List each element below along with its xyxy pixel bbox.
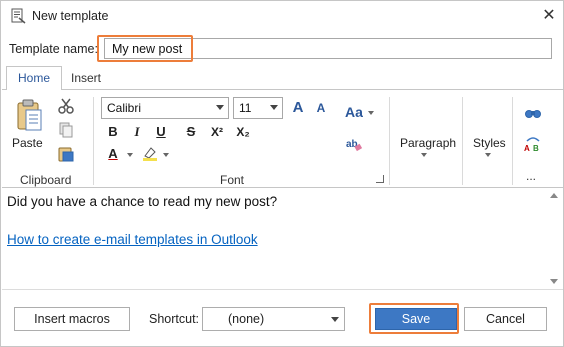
italic-button[interactable]: I: [127, 122, 147, 142]
chevron-down-icon[interactable]: [485, 153, 491, 157]
chevron-down-icon: [216, 105, 224, 110]
shortcut-select[interactable]: (none): [202, 307, 345, 331]
font-color-icon[interactable]: A: [103, 144, 123, 164]
font-group-label: Font: [220, 173, 245, 187]
scroll-up-icon[interactable]: [550, 193, 558, 198]
editor-hyperlink[interactable]: How to create e-mail templates in Outloo…: [7, 232, 258, 247]
change-case-icon[interactable]: Aa: [345, 104, 363, 120]
font-size-value: 11: [239, 101, 252, 115]
styles-button[interactable]: Styles: [473, 136, 506, 150]
shortcut-value: (none): [228, 312, 265, 326]
chevron-down-icon: [331, 317, 339, 322]
group-separator: [512, 97, 513, 185]
group-separator: [462, 97, 463, 185]
subscript-button[interactable]: X₂: [230, 122, 256, 142]
scroll-down-icon[interactable]: [550, 279, 558, 284]
chevron-down-icon[interactable]: [368, 111, 374, 115]
clipboard-group-label: Clipboard: [20, 173, 72, 187]
font-size-select[interactable]: 11: [233, 97, 283, 119]
bold-button[interactable]: B: [103, 122, 123, 142]
template-name-highlight: [97, 35, 193, 62]
close-icon[interactable]: ✕: [539, 6, 559, 26]
divider: [2, 289, 563, 290]
paste-button-label[interactable]: Paste: [12, 136, 43, 150]
cancel-button[interactable]: Cancel: [464, 307, 547, 331]
font-name-value: Calibri: [107, 101, 142, 115]
find-icon[interactable]: [524, 103, 542, 121]
font-dialog-launcher-icon[interactable]: [376, 175, 384, 183]
group-separator: [389, 97, 390, 185]
chevron-down-icon: [270, 105, 278, 110]
insert-macros-button[interactable]: Insert macros: [14, 307, 130, 331]
svg-text:B: B: [533, 144, 539, 153]
copy-icon[interactable]: [57, 121, 75, 139]
strikethrough-button[interactable]: S: [181, 122, 201, 142]
template-icon: [11, 8, 26, 24]
chevron-down-icon[interactable]: [421, 153, 427, 157]
highlight-color-icon[interactable]: [141, 144, 159, 162]
replace-icon[interactable]: A B: [524, 135, 542, 153]
more-button[interactable]: ...: [526, 169, 536, 183]
save-button[interactable]: Save: [375, 308, 457, 330]
shrink-font-icon[interactable]: A: [310, 98, 332, 118]
grow-font-icon[interactable]: A: [287, 98, 309, 118]
chevron-down-icon[interactable]: [127, 153, 133, 157]
group-separator: [93, 97, 94, 185]
paragraph-button[interactable]: Paragraph: [400, 136, 456, 150]
window-title: New template: [32, 9, 109, 23]
tab-insert[interactable]: Insert: [64, 66, 108, 90]
svg-text:A: A: [524, 144, 530, 153]
clear-formatting-icon[interactable]: ab: [345, 135, 363, 153]
paste-icon[interactable]: [16, 99, 44, 133]
title-bar: New template ✕: [1, 1, 563, 32]
shortcut-label: Shortcut:: [149, 312, 200, 326]
cut-icon[interactable]: [57, 97, 75, 115]
new-template-dialog: New template ✕ Template name: My new pos…: [0, 0, 564, 347]
underline-button[interactable]: U: [151, 122, 171, 142]
format-painter-icon[interactable]: [57, 145, 75, 163]
font-name-select[interactable]: Calibri: [101, 97, 229, 119]
superscript-button[interactable]: X²: [204, 122, 230, 142]
editor-body-text: Did you have a chance to read my new pos…: [7, 194, 278, 209]
chevron-down-icon[interactable]: [163, 153, 169, 157]
tab-home[interactable]: Home: [6, 66, 62, 90]
template-name-label: Template name:: [9, 42, 98, 56]
message-editor[interactable]: Did you have a chance to read my new pos…: [2, 188, 563, 289]
